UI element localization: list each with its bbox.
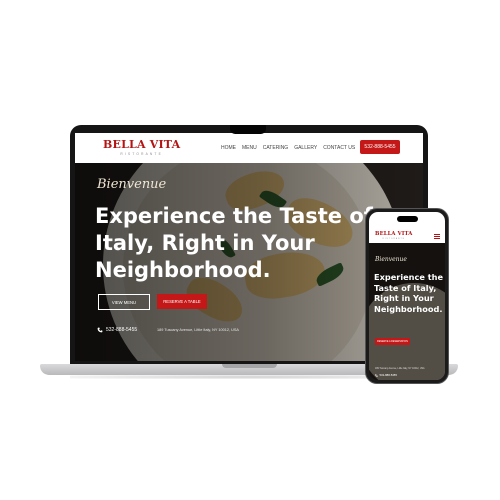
logo-name: BELLA VITA	[103, 138, 181, 151]
phone-dynamic-island	[397, 216, 418, 222]
nav-item-contact[interactable]: CONTACT US	[323, 145, 355, 151]
hero-script-title: Bienvenue	[97, 177, 167, 192]
mobile-logo-tagline: RISTORANTE	[382, 238, 406, 240]
call-button[interactable]: 532-888-5455	[360, 140, 400, 154]
hero-phone[interactable]: 532-888-5455	[97, 327, 137, 333]
mobile-logo[interactable]: BELLA VITA RISTORANTE	[375, 231, 413, 240]
laptop-base-groove	[222, 364, 277, 368]
mobile-reserve-button[interactable]: RESERVE A RESERVATION	[375, 338, 410, 345]
view-menu-button[interactable]: VIEW MENU	[98, 294, 150, 310]
camera-notch	[230, 125, 266, 134]
nav-item-gallery[interactable]: GALLERY	[294, 145, 317, 151]
phone-icon	[97, 327, 103, 333]
nav-item-home[interactable]: HOME	[221, 145, 236, 151]
mobile-hero: Bienvenue Experience the Taste of Italy,…	[369, 243, 445, 380]
mobile-headline: Experience the Taste of Italy, Right in …	[374, 272, 444, 314]
reserve-table-button[interactable]: RESERVE A TABLE	[157, 294, 207, 309]
phone-display: BELLA VITA RISTORANTE Bienvenue Experien…	[369, 212, 445, 380]
hamburger-menu-icon[interactable]	[434, 234, 440, 240]
phone-icon	[375, 373, 378, 377]
hero-phone-text: 532-888-5455	[106, 327, 138, 333]
mobile-script-title: Bienvenue	[375, 256, 407, 263]
nav-item-menu[interactable]: MENU	[242, 145, 257, 151]
nav-item-catering[interactable]: CATERING	[263, 145, 288, 151]
phone-mockup: BELLA VITA RISTORANTE Bienvenue Experien…	[365, 208, 449, 384]
hero-headline: Experience the Taste of Italy, Right in …	[95, 204, 373, 282]
hero-address: 189 Tuscany Avenue, Little Italy, NY 100…	[157, 328, 239, 332]
mobile-address: 189 Tuscany Avenue, Little Italy, NY 100…	[375, 368, 425, 370]
mobile-phone-text: 532-888-5455	[379, 373, 397, 377]
mobile-logo-name: BELLA VITA	[375, 231, 413, 237]
site-header: BELLA VITA RISTORANTE HOME MENU CATERING…	[75, 133, 423, 163]
main-nav: HOME MENU CATERING GALLERY CONTACT US	[221, 145, 355, 151]
logo-tagline: RISTORANTE	[120, 152, 163, 156]
site-logo[interactable]: BELLA VITA RISTORANTE	[103, 139, 180, 156]
mobile-phone[interactable]: 532-888-5455	[375, 373, 397, 377]
